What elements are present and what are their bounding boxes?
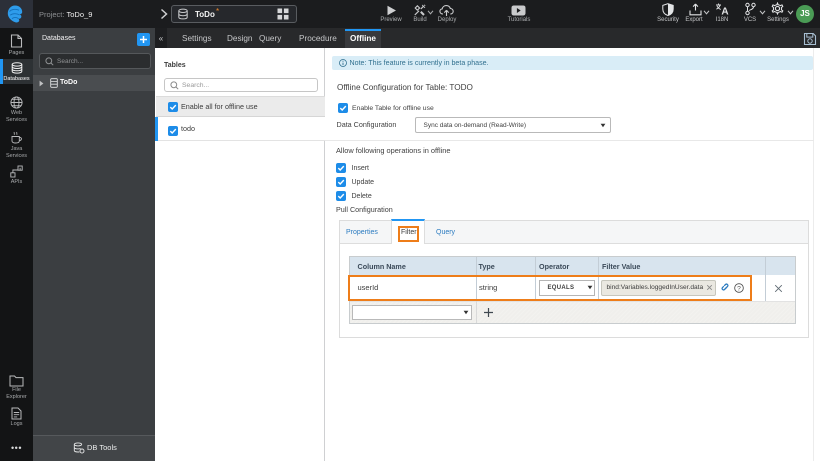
svg-text:A: A <box>721 7 728 17</box>
